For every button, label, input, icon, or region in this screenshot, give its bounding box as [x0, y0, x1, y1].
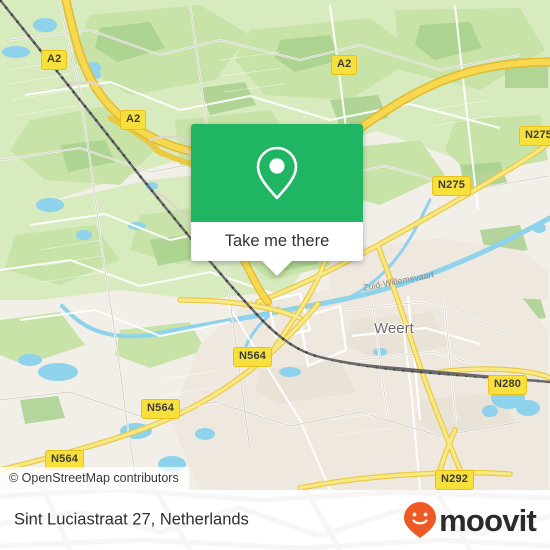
callout-tail: [261, 260, 293, 276]
moovit-wordmark: moovit: [439, 502, 537, 538]
road-shield-n280[interactable]: N280: [488, 375, 528, 395]
road-shield-n292[interactable]: N292: [435, 470, 475, 490]
place-label-weert: Weert: [374, 320, 414, 337]
road-shield-a2[interactable]: A2: [331, 55, 358, 75]
moovit-logo[interactable]: moovit: [403, 501, 537, 539]
road-shield-n275[interactable]: N275: [519, 126, 550, 146]
callout-header: [191, 124, 363, 222]
map-canvas[interactable]: Weert Zuid-Willemsvaart A2 A2 A2 N275 N2…: [0, 0, 550, 490]
take-me-there-label: Take me there: [224, 232, 330, 250]
road-shield-a2[interactable]: A2: [41, 50, 68, 70]
road-shield-n275[interactable]: N275: [432, 176, 472, 196]
callout-footer[interactable]: Take me there: [191, 222, 363, 261]
road-shield-a2[interactable]: A2: [120, 110, 147, 130]
moovit-pin-smiley-icon: [404, 502, 437, 538]
location-callout[interactable]: Take me there: [191, 124, 363, 276]
road-shield-n564[interactable]: N564: [141, 399, 181, 419]
footer-bar: Sint Luciastraat 27, Netherlands moovit: [0, 490, 550, 550]
footer-address-text: Sint Luciastraat 27, Netherlands: [14, 510, 249, 529]
osm-attribution[interactable]: © OpenStreetMap contributors: [0, 467, 189, 490]
map-pin-icon: [256, 146, 298, 200]
road-shield-n564[interactable]: N564: [233, 347, 273, 367]
map-screenshot-root: Weert Zuid-Willemsvaart A2 A2 A2 N275 N2…: [0, 0, 550, 550]
